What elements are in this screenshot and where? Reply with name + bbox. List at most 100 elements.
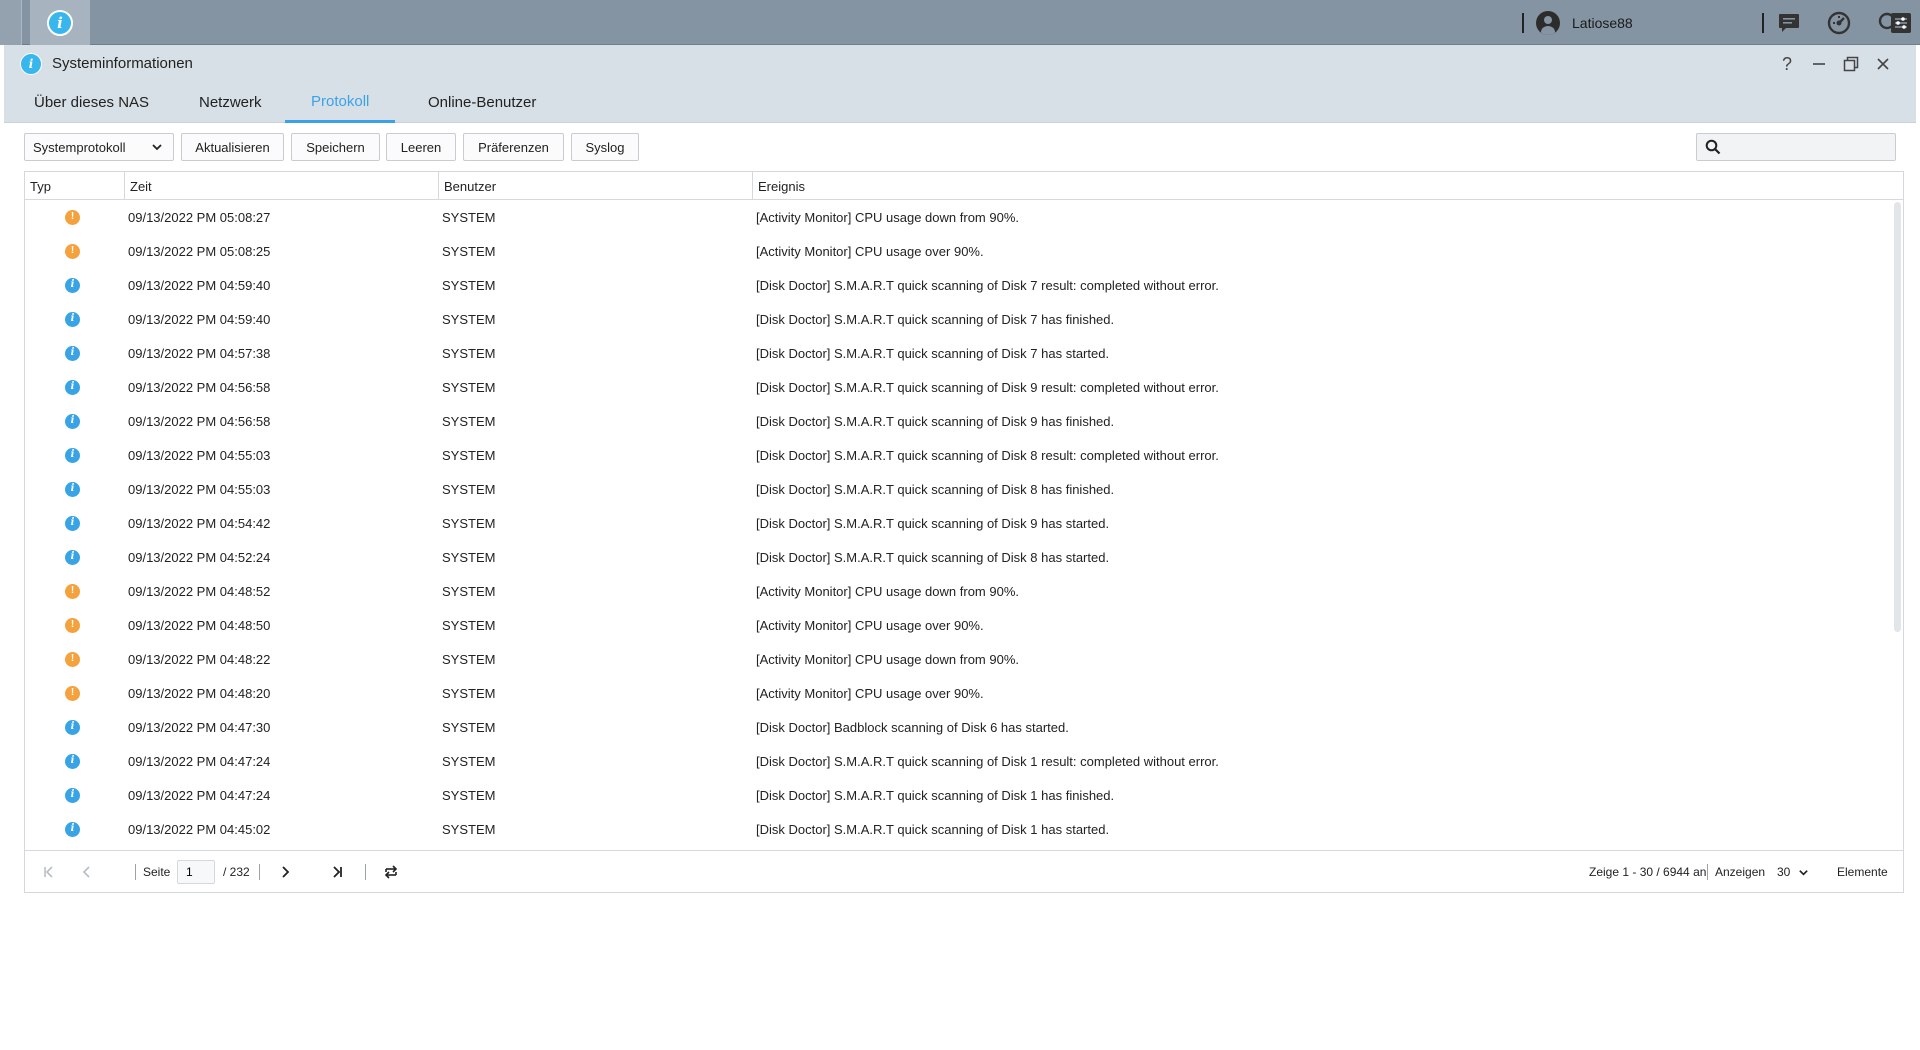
tab-online-users[interactable]: Online-Benutzer — [402, 82, 562, 123]
clear-button[interactable]: Leeren — [386, 133, 456, 161]
settings-icon[interactable] — [1888, 10, 1914, 36]
log-table: Typ Zeit Benutzer Ereignis ! 09/13/2022 P… — [24, 171, 1904, 893]
user-cell: SYSTEM — [442, 719, 496, 735]
column-header-event[interactable]: Ereignis — [753, 172, 1903, 200]
taskbar-divider — [1762, 13, 1764, 33]
save-button[interactable]: Speichern — [291, 133, 380, 161]
log-type-select[interactable]: Systemprotokoll — [24, 133, 174, 161]
refresh-icon[interactable] — [381, 862, 401, 882]
taskbar-app-button[interactable]: i — [30, 0, 90, 45]
notification-icon[interactable] — [1776, 10, 1802, 36]
table-body[interactable]: ! 09/13/2022 PM 05:08:27 SYSTEM [Activity M… — [25, 200, 1903, 850]
time-cell: 09/13/2022 PM 04:59:40 — [128, 277, 271, 293]
time-cell: 09/13/2022 PM 04:56:58 — [128, 413, 271, 429]
event-cell: [Activity Monitor] CPU usage over 90%. — [756, 243, 984, 259]
time-cell: 09/13/2022 PM 04:47:24 — [128, 787, 271, 803]
next-page-icon[interactable] — [275, 862, 295, 882]
time-cell: 09/13/2022 PM 04:59:40 — [128, 311, 271, 327]
table-row[interactable]: i 09/13/2022 PM 04:59:40 SYSTEM [Disk Docto… — [25, 302, 1887, 336]
refresh-button[interactable]: Aktualisieren — [181, 133, 284, 161]
table-row[interactable]: i 09/13/2022 PM 04:47:24 SYSTEM [Disk Docto… — [25, 778, 1887, 812]
taskbar: i Latiose88 — [0, 0, 1920, 45]
page-label: Seite — [143, 865, 171, 879]
table-row[interactable]: i 09/13/2022 PM 04:54:42 SYSTEM [Disk Docto… — [25, 506, 1887, 540]
table-row[interactable]: i 09/13/2022 PM 04:45:02 SYSTEM [Disk Docto… — [25, 812, 1887, 846]
info-icon: i — [65, 345, 80, 361]
table-row[interactable]: i 09/13/2022 PM 04:55:03 SYSTEM [Disk Docto… — [25, 472, 1887, 506]
user-cell: SYSTEM — [442, 413, 496, 429]
info-icon: i — [65, 481, 80, 497]
table-row[interactable]: i 09/13/2022 PM 04:47:30 SYSTEM [Disk Docto… — [25, 710, 1887, 744]
event-cell: [Activity Monitor] CPU usage over 90%. — [756, 685, 984, 701]
tab-about-nas[interactable]: Über dieses NAS — [8, 82, 175, 123]
event-cell: [Activity Monitor] CPU usage over 90%. — [756, 617, 984, 633]
vertical-scrollbar[interactable] — [1894, 202, 1901, 632]
log-search-box[interactable] — [1696, 133, 1896, 161]
first-page-icon[interactable] — [39, 862, 59, 882]
tab-network[interactable]: Netzwerk — [173, 82, 288, 123]
warning-icon: ! — [65, 685, 80, 701]
preferences-button[interactable]: Präferenzen — [463, 133, 564, 161]
pager-divider — [259, 864, 260, 880]
table-row[interactable]: ! 09/13/2022 PM 05:08:27 SYSTEM [Activity M… — [25, 200, 1887, 234]
info-icon: i — [65, 787, 80, 803]
table-row[interactable]: ! 09/13/2022 PM 04:48:20 SYSTEM [Activity M… — [25, 676, 1887, 710]
type-cell: i — [65, 812, 80, 846]
table-row[interactable]: i 09/13/2022 PM 04:57:38 SYSTEM [Disk Docto… — [25, 336, 1887, 370]
table-row[interactable]: i 09/13/2022 PM 04:52:24 SYSTEM [Disk Docto… — [25, 540, 1887, 574]
previous-page-icon[interactable] — [77, 862, 97, 882]
page-number-input[interactable] — [177, 860, 215, 884]
time-cell: 09/13/2022 PM 04:47:24 — [128, 753, 271, 769]
column-header-user[interactable]: Benutzer — [439, 172, 753, 200]
column-header-time[interactable]: Zeit — [125, 172, 439, 200]
table-row[interactable]: ! 09/13/2022 PM 04:48:52 SYSTEM [Activity M… — [25, 574, 1887, 608]
info-icon: i — [65, 379, 80, 395]
event-cell: [Disk Doctor] S.M.A.R.T quick scanning o… — [756, 821, 1110, 837]
pagination-bar: Seite / 232 Zeige 1 - 30 / 6944 an Anzei… — [25, 850, 1903, 892]
user-cell: SYSTEM — [442, 787, 496, 803]
event-cell: [Activity Monitor] CPU usage down from 9… — [756, 651, 1019, 667]
minimize-icon[interactable] — [1806, 51, 1832, 77]
table-row[interactable]: i 09/13/2022 PM 04:55:03 SYSTEM [Disk Docto… — [25, 438, 1887, 472]
column-header-type[interactable]: Typ — [25, 172, 125, 200]
table-header: Typ Zeit Benutzer Ereignis — [25, 172, 1903, 200]
close-icon[interactable] — [1870, 51, 1896, 77]
type-cell: ! — [65, 200, 80, 234]
dashboard-icon[interactable] — [1826, 10, 1852, 36]
info-icon: i — [65, 447, 80, 463]
table-row[interactable]: i 09/13/2022 PM 04:47:24 SYSTEM [Disk Docto… — [25, 744, 1887, 778]
username: Latiose88 — [1572, 15, 1633, 31]
last-page-icon[interactable] — [327, 862, 347, 882]
type-cell: i — [65, 404, 80, 438]
taskbar-divider — [1522, 13, 1524, 33]
page-size-select[interactable]: 30 — [1777, 861, 1827, 883]
table-row[interactable]: ! 09/13/2022 PM 04:48:50 SYSTEM [Activity M… — [25, 608, 1887, 642]
syslog-button[interactable]: Syslog — [571, 133, 639, 161]
table-row[interactable]: ! 09/13/2022 PM 04:48:22 SYSTEM [Activity M… — [25, 642, 1887, 676]
table-row[interactable]: i 09/13/2022 PM 04:59:40 SYSTEM [Disk Docto… — [25, 268, 1887, 302]
warning-icon: ! — [65, 583, 80, 599]
event-cell: [Disk Doctor] S.M.A.R.T quick scanning o… — [756, 345, 1110, 361]
time-cell: 09/13/2022 PM 04:45:02 — [128, 821, 271, 837]
user-cell: SYSTEM — [442, 685, 496, 701]
warning-icon: ! — [65, 651, 80, 667]
time-cell: 09/13/2022 PM 05:08:27 — [128, 209, 271, 225]
info-icon: i — [65, 277, 80, 293]
tab-log[interactable]: Protokoll — [285, 82, 396, 123]
help-icon[interactable]: ? — [1774, 51, 1800, 77]
user-menu[interactable]: Latiose88 — [1536, 10, 1633, 36]
event-cell: [Disk Doctor] S.M.A.R.T quick scanning o… — [756, 753, 1219, 769]
event-cell: [Activity Monitor] CPU usage down from 9… — [756, 583, 1019, 599]
table-row[interactable]: i 09/13/2022 PM 04:56:58 SYSTEM [Disk Docto… — [25, 370, 1887, 404]
event-cell: [Disk Doctor] S.M.A.R.T quick scanning o… — [756, 379, 1219, 395]
table-row[interactable]: ! 09/13/2022 PM 05:08:25 SYSTEM [Activity M… — [25, 234, 1887, 268]
event-cell: [Activity Monitor] CPU usage down from 9… — [756, 209, 1019, 225]
restore-icon[interactable] — [1838, 51, 1864, 77]
user-cell: SYSTEM — [442, 651, 496, 667]
log-search-input[interactable] — [1727, 136, 1887, 158]
user-cell: SYSTEM — [442, 311, 496, 327]
window-titlebar[interactable]: i Systeminformationen ? — [4, 45, 1916, 82]
page-summary: Zeige 1 - 30 / 6944 an — [1589, 865, 1707, 879]
table-row[interactable]: i 09/13/2022 PM 04:56:58 SYSTEM [Disk Docto… — [25, 404, 1887, 438]
time-cell: 09/13/2022 PM 04:48:22 — [128, 651, 271, 667]
